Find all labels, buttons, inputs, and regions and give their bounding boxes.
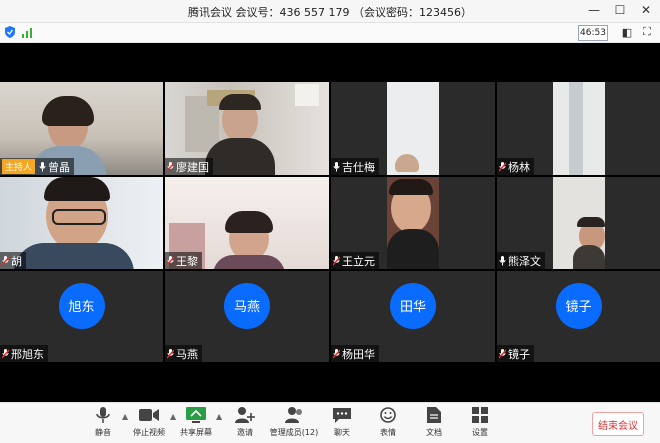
video-tile[interactable]: 廖建国: [165, 82, 329, 175]
participant-name: 王立元: [342, 254, 375, 268]
share-screen-button[interactable]: 共享屏幕: [173, 405, 219, 443]
participant-label: 主持人 曾晶: [0, 158, 75, 175]
docs-button[interactable]: 文档: [411, 405, 457, 443]
avatar: 田华: [390, 282, 436, 329]
video-tile[interactable]: 杨林: [497, 82, 660, 175]
participant-name: 镜子: [508, 347, 530, 361]
invite-button[interactable]: 邀请: [222, 405, 268, 443]
avatar: 旭东: [58, 282, 105, 329]
participant-name: 廖建国: [176, 160, 209, 174]
document-icon: [424, 405, 444, 425]
participant-name: 邢旭东: [11, 347, 44, 361]
title-bar: 腾讯会议 会议号：436 557 179 （会议密码：123456） — ☐ ✕: [0, 0, 660, 23]
avatar-tile[interactable]: 田华 杨田华: [331, 271, 495, 362]
camera-icon: [139, 405, 159, 425]
participant-label: 邢旭东: [0, 345, 48, 362]
participant-label: 杨田华: [331, 345, 379, 362]
mic-muted-icon: [2, 255, 9, 265]
participant-name: 马燕: [176, 347, 198, 361]
mute-button[interactable]: 静音: [80, 405, 126, 443]
shield-icon[interactable]: [4, 26, 16, 38]
mic-muted-icon: [333, 255, 340, 265]
signal-icon[interactable]: [22, 26, 32, 38]
smiley-icon: [378, 405, 398, 425]
participant-name: 王黎: [176, 254, 198, 268]
participant-label: 熊泽文: [497, 252, 545, 269]
participant-name: 胡: [11, 254, 22, 268]
participant-label: 杨林: [497, 158, 534, 175]
meeting-toolbar: 静音 ▲ 停止视频 ▲ 共享屏幕 ▲ 邀请 管理成员(12) 聊天 表情 文档 …: [0, 402, 660, 443]
add-user-icon: [235, 405, 255, 425]
settings-button[interactable]: 设置: [457, 405, 503, 443]
chat-icon: [332, 405, 352, 425]
reactions-button[interactable]: 表情: [365, 405, 411, 443]
mic-muted-icon: [333, 348, 340, 358]
video-grid: 主持人 曾晶 廖建国 吉仕梅 杨林 胡 王黎 王立元 熊泽文 旭东 邢旭东 马燕…: [0, 82, 660, 362]
participant-label: 王立元: [331, 252, 379, 269]
members-icon: [284, 405, 304, 425]
avatar: 镜子: [555, 282, 602, 329]
mic-icon: [39, 161, 46, 171]
video-tile[interactable]: 主持人 曾晶: [0, 82, 163, 175]
close-icon[interactable]: ✕: [638, 2, 654, 18]
video-tile[interactable]: 吉仕梅: [331, 82, 495, 175]
participant-name: 杨林: [508, 160, 530, 174]
participant-label: 王黎: [165, 252, 202, 269]
end-meeting-button[interactable]: 结束会议: [592, 412, 644, 436]
window-title: 腾讯会议 会议号：436 557 179 （会议密码：123456）: [188, 6, 472, 19]
participant-name: 杨田华: [342, 347, 375, 361]
participant-name: 吉仕梅: [342, 160, 375, 174]
avatar-tile[interactable]: 旭东 邢旭东: [0, 271, 163, 362]
layout-icon[interactable]: ◧: [620, 25, 634, 39]
meeting-timer: 46:53: [578, 25, 608, 41]
fullscreen-icon[interactable]: ⛶: [640, 25, 654, 39]
stop-video-button[interactable]: 停止视频: [126, 405, 172, 443]
microphone-icon: [93, 405, 113, 425]
maximize-icon[interactable]: ☐: [612, 2, 628, 18]
status-bar: 46:53 ◧ ⛶: [0, 23, 660, 43]
mic-muted-icon: [499, 161, 506, 171]
settings-grid-icon: [470, 405, 490, 425]
mic-muted-icon: [2, 348, 9, 358]
mic-muted-icon: [167, 161, 174, 171]
participant-label: 胡: [0, 252, 26, 269]
participant-label: 马燕: [165, 345, 202, 362]
participant-name: 熊泽文: [508, 254, 541, 268]
minimize-icon[interactable]: —: [586, 2, 602, 18]
participant-label: 廖建国: [165, 158, 213, 175]
avatar-tile[interactable]: 镜子 镜子: [497, 271, 660, 362]
video-tile[interactable]: 熊泽文: [497, 177, 660, 269]
mic-icon: [499, 255, 506, 265]
participant-label: 镜子: [497, 345, 534, 362]
window-controls: — ☐ ✕: [586, 2, 654, 18]
mic-muted-icon: [167, 348, 174, 358]
mic-muted-icon: [167, 255, 174, 265]
manage-members-button[interactable]: 管理成员(12): [268, 405, 320, 443]
video-tile[interactable]: 王黎: [165, 177, 329, 269]
mic-muted-icon: [499, 348, 506, 358]
video-tile[interactable]: 王立元: [331, 177, 495, 269]
avatar-tile[interactable]: 马燕 马燕: [165, 271, 329, 362]
avatar: 马燕: [224, 282, 270, 329]
video-tile[interactable]: 胡: [0, 177, 163, 269]
mic-icon: [333, 161, 340, 171]
participant-name: 曾晶: [48, 160, 71, 174]
host-badge: 主持人: [2, 159, 36, 174]
chat-button[interactable]: 聊天: [319, 405, 365, 443]
share-screen-icon: [186, 405, 206, 425]
participant-label: 吉仕梅: [331, 158, 379, 175]
